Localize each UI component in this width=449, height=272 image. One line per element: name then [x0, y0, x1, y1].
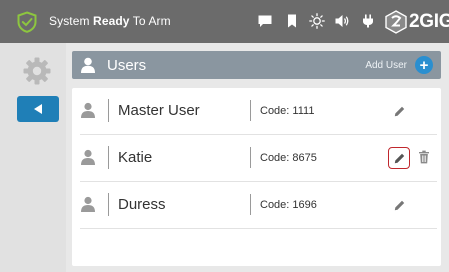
trash-icon[interactable] [418, 150, 430, 164]
back-button[interactable] [17, 96, 59, 122]
bookmark-icon[interactable] [284, 13, 300, 29]
gear-icon[interactable] [22, 56, 52, 86]
user-name: Master User [118, 102, 200, 119]
add-user-button[interactable]: + [415, 56, 433, 74]
list-item[interactable]: Duress Code: 1696 [72, 182, 441, 229]
users-header: Users Add User + [72, 51, 441, 79]
status-ready: Ready [93, 14, 130, 28]
pencil-icon [394, 200, 404, 210]
power-plug-icon[interactable] [360, 13, 376, 29]
users-icon [81, 57, 95, 73]
divider [250, 147, 251, 168]
divider [108, 99, 109, 122]
person-icon [81, 196, 95, 212]
row-divider [80, 228, 437, 229]
divider [250, 100, 251, 121]
add-user-label[interactable]: Add User [365, 60, 407, 71]
user-name: Duress [118, 196, 166, 213]
volume-icon[interactable] [334, 13, 350, 29]
user-list: Master User Code: 1111 Katie Code: 8675 [72, 88, 441, 266]
status-suffix: To Arm [129, 14, 171, 28]
user-name: Katie [118, 149, 153, 166]
brand-mark-icon [385, 10, 407, 34]
brand-name: 2GIG [409, 11, 449, 32]
status-prefix: System [49, 14, 94, 28]
edit-user-button[interactable] [388, 100, 410, 122]
user-code: Code: 8675 [260, 152, 317, 164]
person-icon [81, 102, 95, 118]
person-icon [81, 149, 95, 165]
user-code: Code: 1696 [260, 199, 317, 211]
system-status-text[interactable]: System Ready To Arm [49, 14, 171, 28]
brand-logo: 2GIG [385, 9, 449, 35]
divider [108, 146, 109, 169]
shield-check-icon[interactable] [16, 11, 38, 33]
message-icon[interactable] [257, 13, 273, 29]
top-status-bar: System Ready To Arm 2GIG [0, 0, 449, 43]
pencil-icon [394, 153, 404, 163]
list-item[interactable]: Katie Code: 8675 [72, 135, 441, 182]
list-item[interactable]: Master User Code: 1111 [72, 88, 441, 135]
user-code: Code: 1111 [260, 105, 315, 117]
pencil-icon [394, 106, 404, 116]
page-title: Users [107, 57, 147, 74]
edit-user-button[interactable] [388, 194, 410, 216]
edit-user-button[interactable] [388, 147, 410, 169]
divider [108, 193, 109, 216]
back-arrow-icon [34, 104, 42, 114]
divider [250, 194, 251, 215]
brightness-icon[interactable] [309, 13, 325, 29]
